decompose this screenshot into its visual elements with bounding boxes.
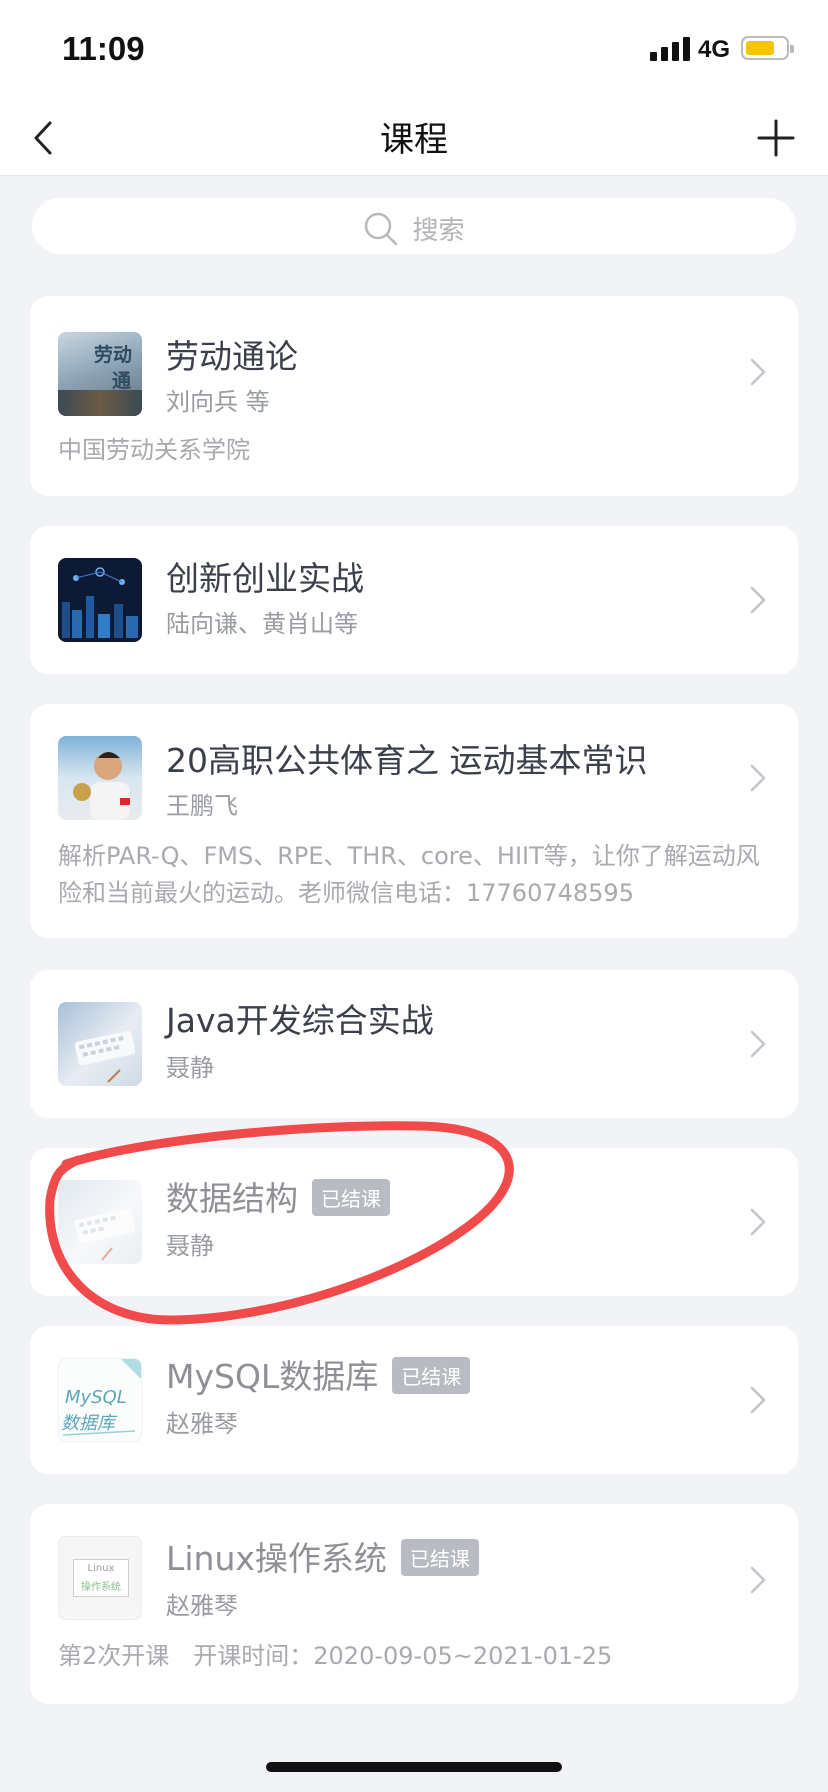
search-placeholder: 搜索	[412, 216, 465, 246]
course-teacher: 赵雅琴	[166, 1592, 238, 1620]
status-badge: 已结课	[400, 1539, 479, 1576]
course-title: 数据结构 已结课	[166, 1172, 390, 1220]
course-card[interactable]: MySQL 数据库 MySQL数据库 已结课 赵雅琴	[30, 1326, 798, 1474]
course-teacher: 王鹏飞	[166, 792, 238, 820]
chevron-right-icon	[750, 1030, 766, 1058]
status-time: 11:09	[62, 30, 145, 67]
course-description: 解析PAR-Q、FMS、RPE、THR、core、HIIT等，让你了解运动风险和…	[58, 842, 760, 907]
course-title: Linux操作系统 已结课	[166, 1532, 479, 1580]
thumbnail-text: 数据库	[61, 1413, 115, 1434]
network-label: 4G	[698, 36, 731, 63]
course-title: 创新创业实战	[166, 559, 364, 598]
thumbnail-text: 通	[112, 370, 132, 392]
thumbnail-text: Linux	[87, 1563, 115, 1574]
course-thumbnail	[58, 736, 142, 820]
chevron-right-icon	[750, 586, 766, 614]
course-teacher: 聂静	[166, 1054, 214, 1082]
battery-icon	[741, 36, 794, 60]
page-title: 课程	[380, 120, 448, 160]
add-course-button[interactable]	[752, 112, 800, 164]
home-indicator	[266, 1762, 562, 1772]
course-thumbnail: 劳动 通	[58, 332, 142, 416]
course-description: 第2次开课 开课时间：2020-09-05~2021-01-25	[58, 1642, 613, 1670]
course-card[interactable]: 20高职公共体育之 运动基本常识 王鹏飞 解析PAR-Q、FMS、RPE、THR…	[30, 704, 798, 938]
chevron-right-icon	[750, 764, 766, 792]
course-title-text: MySQL数据库	[166, 1357, 379, 1396]
course-title: 劳动通论	[166, 337, 298, 376]
course-card[interactable]: Linux 操作系统 Linux操作系统 已结课 赵雅琴 第2次开课 开课时间：2…	[30, 1504, 798, 1704]
status-bar: 11:09 4G	[0, 0, 828, 100]
course-teacher: 刘向兵 等	[166, 388, 270, 416]
thumbnail-text: 操作系统	[81, 1582, 121, 1593]
signal-icon	[650, 35, 692, 61]
course-thumbnail	[58, 1180, 142, 1264]
thumbnail-text: 劳动	[94, 344, 133, 366]
chevron-right-icon	[750, 1566, 766, 1594]
course-title: Java开发综合实战	[166, 1001, 434, 1040]
nav-bar: 课程	[0, 100, 828, 176]
status-badge: 已结课	[392, 1357, 471, 1394]
course-thumbnail: Linux 操作系统	[58, 1536, 142, 1620]
course-card[interactable]: 劳动 通 劳动通论 刘向兵 等 中国劳动关系学院	[30, 296, 798, 496]
course-card[interactable]: 创新创业实战 陆向谦、黄肖山等	[30, 526, 798, 674]
course-teacher: 聂静	[166, 1232, 214, 1260]
course-card[interactable]: 数据结构 已结课 聂静	[30, 1148, 798, 1296]
plus-icon	[757, 119, 795, 157]
chevron-right-icon	[750, 1386, 766, 1414]
course-teacher: 赵雅琴	[166, 1410, 238, 1438]
course-title-text: 数据结构	[166, 1179, 298, 1218]
course-card[interactable]: Java开发综合实战 聂静	[30, 970, 798, 1118]
course-title-text: Linux操作系统	[166, 1539, 387, 1578]
search-input[interactable]: 搜索	[32, 198, 796, 254]
chevron-right-icon	[750, 1208, 766, 1236]
course-teacher: 陆向谦、黄肖山等	[166, 610, 358, 638]
thumbnail-text: MySQL	[65, 1387, 127, 1408]
search-icon	[365, 212, 398, 245]
course-thumbnail	[58, 558, 142, 642]
course-title: 20高职公共体育之 运动基本常识	[166, 741, 648, 780]
chevron-right-icon	[750, 358, 766, 386]
course-thumbnail	[58, 1002, 142, 1086]
course-description: 中国劳动关系学院	[58, 436, 250, 464]
status-badge: 已结课	[312, 1179, 390, 1216]
course-thumbnail: MySQL 数据库	[58, 1358, 142, 1442]
course-title: MySQL数据库 已结课	[166, 1350, 471, 1398]
